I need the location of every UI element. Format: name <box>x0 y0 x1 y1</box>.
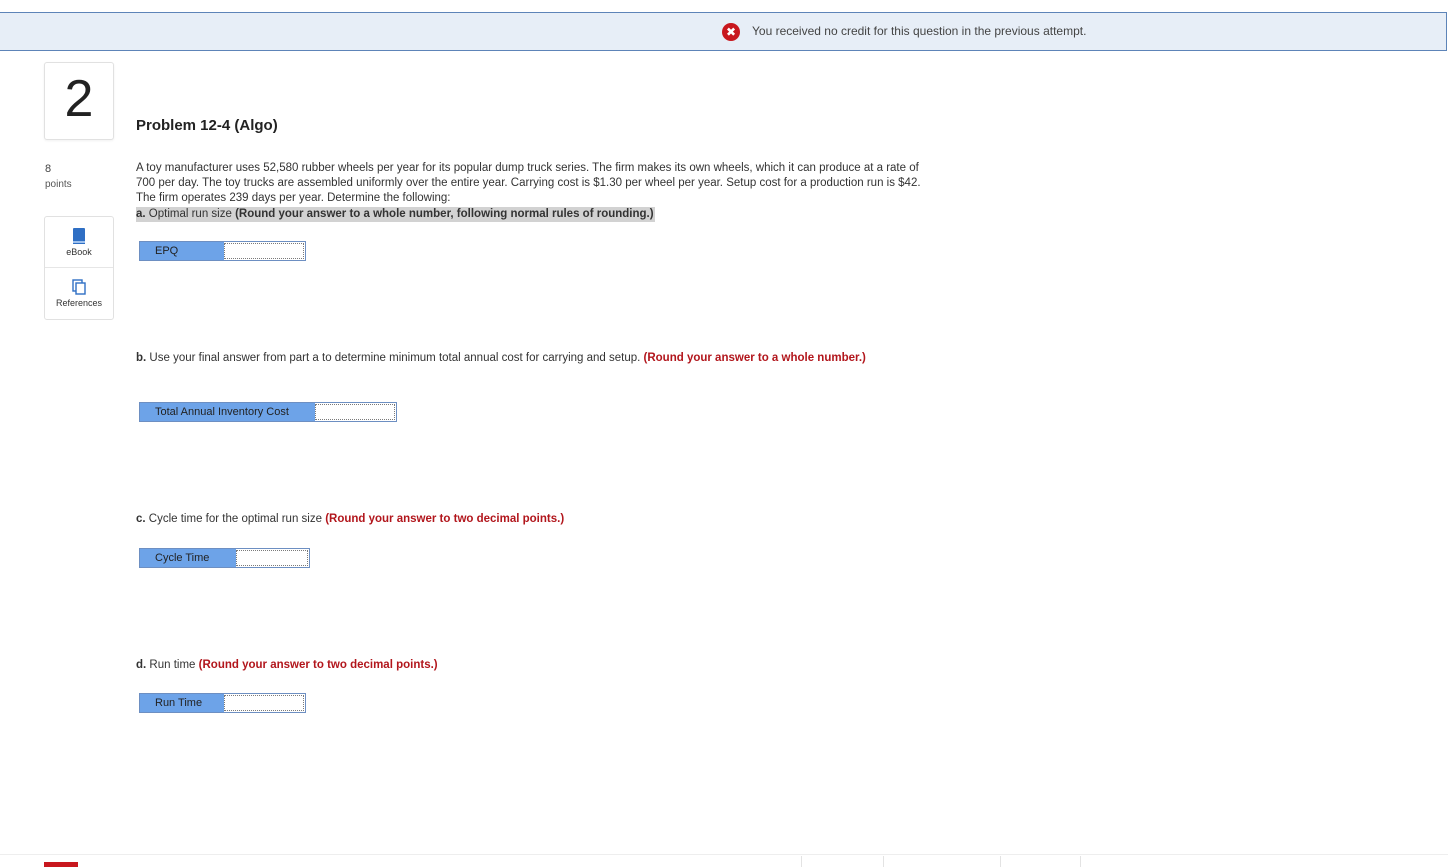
part-b-text: Use your final answer from part a to det… <box>146 352 644 364</box>
run-time-input[interactable] <box>224 695 304 711</box>
question-number: 2 <box>64 70 94 128</box>
cycle-time-label: Cycle Time <box>140 549 236 567</box>
ebook-button[interactable]: eBook <box>45 217 113 268</box>
footer-divider <box>0 854 1448 855</box>
points-label: points <box>45 179 72 190</box>
references-button[interactable]: References <box>45 268 113 318</box>
part-b-instruction: (Round your answer to a whole number.) <box>643 352 866 364</box>
total-annual-inventory-cost-answer-row: Total Annual Inventory Cost <box>139 402 397 422</box>
epq-answer-row: EPQ <box>139 241 306 261</box>
problem-statement: A toy manufacturer uses 52,580 rubber wh… <box>136 162 921 204</box>
cycle-time-input[interactable] <box>236 550 308 566</box>
run-time-answer-row: Run Time <box>139 693 306 713</box>
ebook-label: eBook <box>66 247 92 257</box>
copy-documents-icon <box>70 278 88 296</box>
points-value: 8 <box>45 163 52 175</box>
epq-answer-label: EPQ <box>140 242 224 260</box>
part-d-prompt: d. Run time (Round your answer to two de… <box>136 658 916 673</box>
part-c-text: Cycle time for the optimal run size <box>145 513 326 525</box>
epq-input[interactable] <box>224 243 304 259</box>
run-time-label: Run Time <box>140 694 224 712</box>
part-a-prompt: a. Optimal run size (Round your answer t… <box>136 207 655 222</box>
book-icon <box>70 227 88 245</box>
problem-title: Problem 12-4 (Algo) <box>136 117 278 134</box>
footer-divider-tick <box>1080 856 1081 867</box>
part-c-lead: c. <box>136 513 146 525</box>
question-number-card: 2 <box>44 62 114 140</box>
part-a-lead: a. <box>136 208 146 220</box>
cycle-time-answer-row: Cycle Time <box>139 548 310 568</box>
part-c-instruction: (Round your answer to two decimal points… <box>325 513 565 525</box>
part-c-prompt: c. Cycle time for the optimal run size (… <box>136 512 916 527</box>
notice-message: You received no credit for this question… <box>752 24 1087 38</box>
resources-panel: eBook References <box>44 216 114 320</box>
footer-brand-mark <box>44 862 78 867</box>
part-d-text: Run time <box>146 659 199 671</box>
error-x-icon: ✖ <box>722 23 740 41</box>
part-a-text: Optimal run size <box>145 208 236 220</box>
no-credit-notice-banner: ✖ You received no credit for this questi… <box>0 12 1447 51</box>
footer-divider-tick <box>883 856 884 867</box>
total-annual-inventory-cost-label: Total Annual Inventory Cost <box>140 403 315 421</box>
footer-divider-tick <box>801 856 802 867</box>
part-b-lead: b. <box>136 352 147 364</box>
total-annual-inventory-cost-input[interactable] <box>315 404 395 420</box>
part-b-prompt: b. Use your final answer from part a to … <box>136 351 916 366</box>
footer-divider-tick <box>1000 856 1001 867</box>
part-a-instruction: (Round your answer to a whole number, fo… <box>235 208 654 220</box>
references-label: References <box>55 298 103 308</box>
question-page: ✖ You received no credit for this questi… <box>0 0 1448 867</box>
part-d-lead: d. <box>136 659 147 671</box>
part-d-instruction: (Round your answer to two decimal points… <box>198 659 438 671</box>
